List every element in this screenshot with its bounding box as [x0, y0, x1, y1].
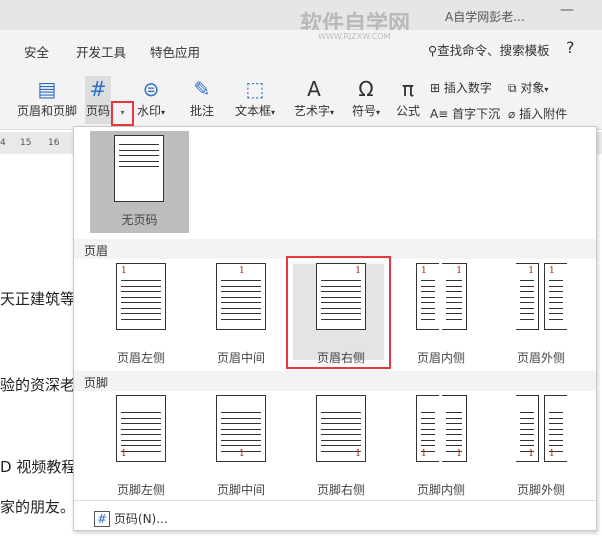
- page-number-glyph: 1: [355, 449, 361, 459]
- formula-button[interactable]: π 公式: [394, 76, 422, 119]
- ruler-tick: 4: [0, 138, 6, 148]
- help-button[interactable]: ?: [566, 38, 575, 57]
- page-thumbnail: 1: [544, 263, 567, 330]
- object-icon: ⧉: [508, 81, 517, 95]
- page-number-glyph: 1: [528, 266, 534, 276]
- page-thumbnail: 1: [516, 395, 539, 462]
- tab-special[interactable]: 特色应用: [150, 42, 200, 61]
- page-number-glyph: 1: [121, 266, 127, 276]
- tab-developer[interactable]: 开发工具: [76, 42, 126, 61]
- footer-section-label: 页脚: [74, 371, 596, 391]
- footer-position-item[interactable]: 1 1 页脚内侧: [391, 395, 491, 507]
- attachment-button[interactable]: ⌀ 插入附件: [508, 105, 567, 122]
- omega-icon: Ω: [358, 77, 374, 101]
- paperclip-icon: ⌀: [508, 107, 516, 121]
- wordart-button[interactable]: A 艺术字▾: [289, 76, 339, 119]
- item-label: 页眉右侧: [316, 351, 365, 365]
- page-thumbnail: 1: [416, 395, 439, 462]
- page-number-glyph: 1: [355, 266, 361, 276]
- watermark-icon: ⊜: [142, 77, 160, 101]
- item-label: 页脚中间: [216, 483, 265, 497]
- page-thumbnail: 1: [442, 395, 467, 462]
- page-number-dropdown-arrow[interactable]: ▾: [111, 101, 134, 126]
- search-icon: ⚲: [428, 43, 438, 58]
- comment-icon: ✎: [193, 77, 211, 101]
- header-position-item[interactable]: 1 页眉中间: [191, 263, 291, 375]
- number-icon: ⊞: [430, 81, 441, 95]
- ruler-tick: 16: [48, 138, 60, 148]
- symbol-button[interactable]: Ω 符号▾: [348, 76, 384, 119]
- page-thumbnail: 1: [116, 263, 166, 330]
- header-footer-button[interactable]: ▤ 页眉和页脚: [15, 76, 79, 119]
- page-number-glyph: 1: [528, 449, 534, 459]
- page-number-settings-item[interactable]: # 页码(N)...: [94, 510, 168, 527]
- header-position-item[interactable]: 1 页眉左侧: [91, 263, 191, 375]
- page-thumbnail: 1: [416, 263, 439, 330]
- footer-position-item[interactable]: 1 页脚左侧: [91, 395, 191, 507]
- item-label: 页眉左侧: [116, 351, 165, 365]
- page-number-button[interactable]: # 页码: [85, 76, 111, 124]
- header-footer-icon: ▤: [37, 77, 57, 101]
- page-number-glyph: 1: [239, 449, 245, 459]
- item-label: 页脚左侧: [116, 483, 165, 497]
- header-position-item[interactable]: 1 页眉右侧: [291, 263, 391, 375]
- item-label: 页眉外侧: [516, 351, 565, 365]
- page-number-glyph: 1: [549, 449, 555, 459]
- page-number-glyph: 1: [421, 449, 427, 459]
- page-number-icon: #: [89, 77, 107, 101]
- page-number-glyph: 1: [456, 449, 462, 459]
- page-number-glyph: 1: [456, 266, 462, 276]
- page-number-icon: #: [94, 511, 111, 527]
- ribbon: ▤ 页眉和页脚 # 页码 ▾ ⊜ 水印▾ ✎ 批注 ⬚ 文本框▾ A 艺术字▾ Ω 符号▾ π…: [0, 68, 602, 130]
- title-bar: 软件自学网 WWW.RJZXW.COM A自学网彭老... —: [0, 0, 602, 41]
- comment-button[interactable]: ✎ 批注: [186, 76, 218, 119]
- user-name[interactable]: A自学网彭老...: [445, 8, 525, 25]
- watermark-url: WWW.RJZXW.COM: [318, 32, 391, 41]
- pi-icon: π: [401, 77, 415, 101]
- page-number-glyph: 1: [549, 266, 555, 276]
- ruler-tick: 15: [20, 138, 32, 148]
- page-number-glyph: 1: [239, 266, 245, 276]
- tab-security[interactable]: 安全: [24, 42, 49, 61]
- minimize-button[interactable]: —: [560, 2, 574, 18]
- page-thumbnail: [114, 135, 164, 202]
- page-thumbnail: 1: [216, 395, 266, 462]
- item-label: 页脚外侧: [516, 483, 565, 497]
- page-number-glyph: 1: [121, 449, 127, 459]
- wordart-icon: A: [307, 77, 321, 101]
- page-thumbnail: 1: [442, 263, 467, 330]
- object-button[interactable]: ⧉ 对象▾: [508, 79, 548, 96]
- search-command[interactable]: ⚲查找命令、搜索模板: [428, 40, 550, 59]
- item-label: 页眉内侧: [416, 351, 465, 365]
- no-page-number-item[interactable]: 无页码: [90, 131, 189, 233]
- page-thumbnail: 1: [516, 263, 539, 330]
- page-thumbnail: 1: [544, 395, 567, 462]
- page-number-glyph: 1: [421, 266, 427, 276]
- page-thumbnail: 1: [216, 263, 266, 330]
- drop-cap-button[interactable]: A≡ 首字下沉: [430, 105, 500, 122]
- page-thumbnail: 1: [316, 395, 366, 462]
- item-label: 页脚内侧: [416, 483, 465, 497]
- footer-position-item[interactable]: 1 页脚中间: [191, 395, 291, 507]
- header-position-item[interactable]: 1 1 页眉内侧: [391, 263, 491, 375]
- footer-position-item[interactable]: 1 1 页脚外侧: [491, 395, 591, 507]
- doc-text: 家的朋友。: [0, 498, 76, 516]
- item-label: 页眉中间: [216, 351, 265, 365]
- header-position-item[interactable]: 1 1 页眉外侧: [491, 263, 591, 375]
- textbox-button[interactable]: ⬚ 文本框▾: [232, 76, 278, 119]
- page-thumbnail: 1: [116, 395, 166, 462]
- watermark-button[interactable]: ⊜ 水印▾: [133, 76, 169, 119]
- drop-cap-icon: A≡: [430, 107, 449, 121]
- page-thumbnail: 1: [316, 263, 366, 330]
- textbox-icon: ⬚: [245, 77, 265, 101]
- item-label: 页脚右侧: [316, 483, 365, 497]
- page-number-menu: 无页码 页眉 1 页眉左侧 1 页眉中间 1 页眉右侧 1 1 页眉内侧 1 1 页眉外侧 页脚 1页…: [73, 126, 597, 531]
- footer-position-item[interactable]: 1 页脚右侧: [291, 395, 391, 507]
- insert-number-button[interactable]: ⊞ 插入数字: [430, 79, 492, 96]
